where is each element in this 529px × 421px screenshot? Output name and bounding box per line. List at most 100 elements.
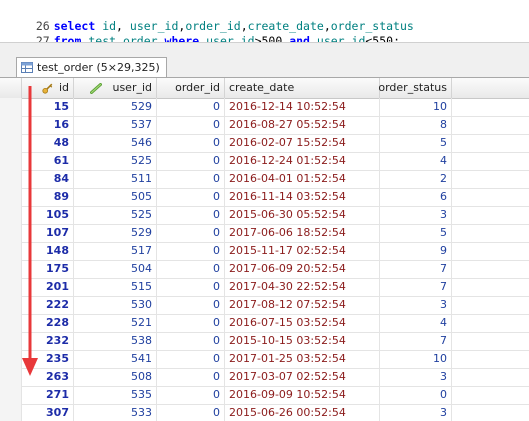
cell-order-id[interactable]: 0 [157,296,225,314]
cell-order-status[interactable]: 3 [380,206,452,224]
cell-order-id[interactable]: 0 [157,368,225,386]
cell-id[interactable]: 84 [22,170,74,188]
row-selector[interactable] [0,296,22,314]
cell-order-id[interactable]: 0 [157,170,225,188]
cell-user-id[interactable]: 511 [74,170,157,188]
table-row[interactable]: 175 504 0 2017-06-09 20:52:54 7 [0,260,529,279]
table-row[interactable]: 148 517 0 2015-11-17 02:52:54 9 [0,242,529,261]
cell-id[interactable]: 235 [22,350,74,368]
cell-user-id[interactable]: 546 [74,134,157,152]
row-selector[interactable] [0,242,22,260]
cell-order-id[interactable]: 0 [157,404,225,421]
cell-order-id[interactable]: 0 [157,188,225,206]
cell-order-status[interactable]: 8 [380,116,452,134]
tab-test-order[interactable]: test_order (5×29,325) [16,57,167,77]
cell-order-status[interactable]: 10 [380,350,452,368]
row-selector[interactable] [0,116,22,134]
cell-order-status[interactable]: 3 [380,296,452,314]
table-row[interactable]: 201 515 0 2017-04-30 22:52:54 7 [0,278,529,297]
row-selector[interactable] [0,404,22,421]
row-selector[interactable] [0,224,22,242]
cell-user-id[interactable]: 521 [74,314,157,332]
cell-id[interactable]: 89 [22,188,74,206]
cell-create-date[interactable]: 2016-12-14 10:52:54 [225,98,380,116]
cell-id[interactable]: 48 [22,134,74,152]
cell-user-id[interactable]: 517 [74,242,157,260]
cell-user-id[interactable]: 533 [74,404,157,421]
cell-user-id[interactable]: 529 [74,98,157,116]
splitter[interactable] [0,43,529,55]
table-row[interactable]: 235 541 0 2017-01-25 03:52:54 10 [0,350,529,369]
cell-user-id[interactable]: 505 [74,188,157,206]
cell-user-id[interactable]: 504 [74,260,157,278]
cell-user-id[interactable]: 537 [74,116,157,134]
column-header-id[interactable]: id [22,78,74,98]
cell-order-status[interactable]: 3 [380,404,452,421]
cell-order-id[interactable]: 0 [157,332,225,350]
row-selector[interactable] [0,98,22,116]
cell-user-id[interactable]: 525 [74,152,157,170]
cell-id[interactable]: 16 [22,116,74,134]
table-row[interactable]: 61 525 0 2016-12-24 01:52:54 4 [0,152,529,171]
row-selector[interactable] [0,260,22,278]
cell-id[interactable]: 61 [22,152,74,170]
row-selector[interactable] [0,206,22,224]
cell-order-id[interactable]: 0 [157,350,225,368]
cell-id[interactable]: 201 [22,278,74,296]
cell-order-status[interactable]: 6 [380,188,452,206]
cell-create-date[interactable]: 2016-12-24 01:52:54 [225,152,380,170]
cell-create-date[interactable]: 2016-04-01 01:52:54 [225,170,380,188]
cell-user-id[interactable]: 525 [74,206,157,224]
table-row[interactable]: 307 533 0 2015-06-26 00:52:54 3 [0,404,529,421]
cell-id[interactable]: 307 [22,404,74,421]
column-header-order-id[interactable]: order_id [157,78,225,98]
table-row[interactable]: 107 529 0 2017-06-06 18:52:54 5 [0,224,529,243]
row-selector[interactable] [0,386,22,404]
cell-order-status[interactable]: 7 [380,260,452,278]
cell-create-date[interactable]: 2016-11-14 03:52:54 [225,188,380,206]
table-row[interactable]: 15 529 0 2016-12-14 10:52:54 10 [0,98,529,117]
result-grid[interactable]: id user_id order_id create_date order_st… [0,78,529,421]
cell-order-status[interactable]: 2 [380,170,452,188]
header-corner[interactable] [0,78,22,98]
cell-id[interactable]: 271 [22,386,74,404]
cell-order-id[interactable]: 0 [157,260,225,278]
table-row[interactable]: 232 538 0 2015-10-15 03:52:54 7 [0,332,529,351]
cell-order-id[interactable]: 0 [157,314,225,332]
cell-id[interactable]: 105 [22,206,74,224]
cell-create-date[interactable]: 2015-06-26 00:52:54 [225,404,380,421]
cell-create-date[interactable]: 2017-06-06 18:52:54 [225,224,380,242]
row-selector[interactable] [0,332,22,350]
cell-user-id[interactable]: 535 [74,386,157,404]
row-selector[interactable] [0,314,22,332]
cell-order-id[interactable]: 0 [157,224,225,242]
row-selector[interactable] [0,170,22,188]
cell-create-date[interactable]: 2016-02-07 15:52:54 [225,134,380,152]
cell-create-date[interactable]: 2016-09-09 10:52:54 [225,386,380,404]
cell-id[interactable]: 263 [22,368,74,386]
table-row[interactable]: 228 521 0 2016-07-15 03:52:54 4 [0,314,529,333]
cell-order-id[interactable]: 0 [157,242,225,260]
cell-id[interactable]: 107 [22,224,74,242]
row-selector[interactable] [0,134,22,152]
cell-order-id[interactable]: 0 [157,386,225,404]
cell-id[interactable]: 232 [22,332,74,350]
row-selector[interactable] [0,368,22,386]
cell-create-date[interactable]: 2015-06-30 05:52:54 [225,206,380,224]
cell-order-id[interactable]: 0 [157,98,225,116]
table-row[interactable]: 84 511 0 2016-04-01 01:52:54 2 [0,170,529,189]
cell-order-id[interactable]: 0 [157,152,225,170]
column-header-user-id[interactable]: user_id [74,78,157,98]
cell-order-status[interactable]: 10 [380,98,452,116]
cell-user-id[interactable]: 530 [74,296,157,314]
cell-create-date[interactable]: 2015-11-17 02:52:54 [225,242,380,260]
cell-order-id[interactable]: 0 [157,206,225,224]
table-row[interactable]: 16 537 0 2016-08-27 05:52:54 8 [0,116,529,135]
row-selector[interactable] [0,152,22,170]
cell-order-status[interactable]: 4 [380,152,452,170]
row-selector[interactable] [0,188,22,206]
cell-user-id[interactable]: 508 [74,368,157,386]
cell-order-status[interactable]: 9 [380,242,452,260]
cell-create-date[interactable]: 2016-07-15 03:52:54 [225,314,380,332]
cell-user-id[interactable]: 538 [74,332,157,350]
